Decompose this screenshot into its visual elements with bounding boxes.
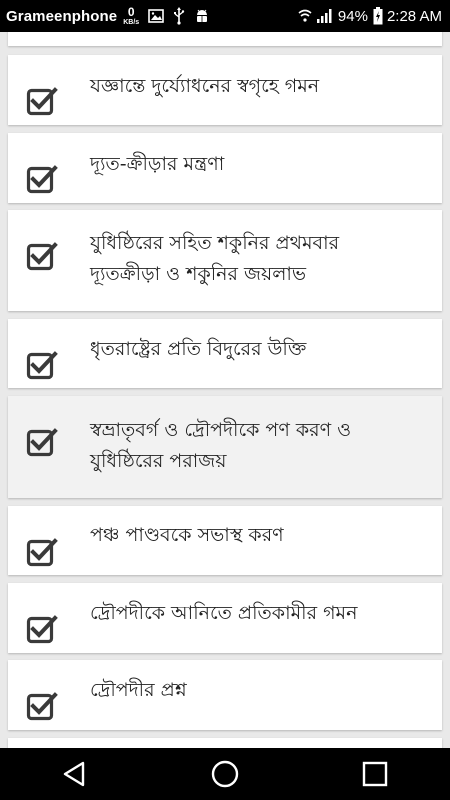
- wifi-icon: [298, 9, 312, 23]
- item-title-line: দ্রৌপদীকে আনিতে প্রতিকামীর গমন: [90, 602, 358, 624]
- item-title-line: ধৃতরাষ্ট্রের প্রতি বিদুরের উক্তি: [90, 338, 307, 360]
- item-title: দ্রৌপদীকে আনিতে প্রতিকামীর গমন: [90, 598, 430, 629]
- android-debug-icon: [194, 8, 210, 24]
- checkbox-checked-icon[interactable]: [26, 86, 58, 118]
- home-button[interactable]: [195, 748, 255, 800]
- item-title-line: স্বভ্রাতৃবর্গ ও দ্রৌপদীকে পণ করণ ও: [90, 419, 352, 441]
- list-item[interactable]: ধৃতরাষ্ট্রের প্রতি বিদুরের উক্তি: [8, 319, 442, 388]
- carrier-name: Grameenphone: [6, 7, 118, 25]
- item-title: যুধিষ্ঠিরের সহিত শকুনির প্রথমবার দ্যূতক্…: [90, 228, 430, 290]
- checkbox-checked-icon[interactable]: [26, 537, 58, 569]
- navigation-bar: [0, 748, 450, 800]
- list-item[interactable]: স্বভ্রাতৃবর্গ ও দ্রৌপদীকে পণ করণ ও যুধিষ…: [8, 396, 442, 498]
- usb-icon: [173, 7, 185, 25]
- list-item-partial-bottom[interactable]: [8, 738, 442, 748]
- recents-icon: [362, 761, 388, 787]
- back-icon: [63, 761, 85, 787]
- item-title-line: দ্যূতক্রীড়া ও শকুনির জয়লাভ: [90, 263, 307, 285]
- checkbox-checked-icon[interactable]: [26, 241, 58, 273]
- checkbox-checked-icon[interactable]: [26, 350, 58, 382]
- home-icon: [211, 760, 239, 788]
- item-title: ধৃতরাষ্ট্রের প্রতি বিদুরের উক্তি: [90, 334, 430, 365]
- item-title-line: পঞ্চ পাণ্ডবকে সভাস্থ করণ: [90, 524, 284, 546]
- battery-icon: [373, 7, 383, 25]
- item-title: পঞ্চ পাণ্ডবকে সভাস্থ করণ: [90, 520, 430, 551]
- item-title-line: যুধিষ্ঠিরের সহিত শকুনির প্রথমবার: [90, 232, 340, 254]
- recents-button[interactable]: [345, 748, 405, 800]
- signal-icon: [316, 8, 334, 24]
- status-bar: Grameenphone 0 KB/s 94% 2:28 AM: [0, 0, 450, 32]
- item-title: দ্যূত-ক্রীড়ার মন্ত্রণা: [90, 149, 430, 180]
- checkbox-checked-icon[interactable]: [26, 691, 58, 723]
- back-button[interactable]: [45, 748, 105, 800]
- list-item[interactable]: দ্রৌপদীর প্রশ্ন: [8, 660, 442, 730]
- item-title-line: যুধিষ্ঠিরের পরাজয়: [90, 450, 227, 472]
- checkbox-checked-icon[interactable]: [26, 164, 58, 196]
- list-item[interactable]: দ্রৌপদীকে আনিতে প্রতিকামীর গমন: [8, 583, 442, 653]
- list-item-partial-top[interactable]: [8, 32, 442, 46]
- list-item[interactable]: দ্যূত-ক্রীড়ার মন্ত্রণা: [8, 133, 442, 203]
- checkbox-checked-icon[interactable]: [26, 427, 58, 459]
- network-speed-value: 0: [127, 5, 135, 19]
- chapter-list[interactable]: যজ্ঞান্তে দুর্য্যোধনের স্বগৃহে গমন দ্যূত…: [0, 32, 450, 748]
- network-speed: 0 KB/s: [123, 6, 139, 26]
- item-title: স্বভ্রাতৃবর্গ ও দ্রৌপদীকে পণ করণ ও যুধিষ…: [90, 415, 430, 477]
- network-speed-unit: KB/s: [123, 19, 140, 26]
- item-title: দ্রৌপদীর প্রশ্ন: [90, 675, 430, 706]
- item-title-line: দ্রৌপদীর প্রশ্ন: [90, 679, 187, 701]
- item-title-line: যজ্ঞান্তে দুর্য্যোধনের স্বগৃহে গমন: [90, 75, 320, 97]
- list-item[interactable]: যজ্ঞান্তে দুর্য্যোধনের স্বগৃহে গমন: [8, 55, 442, 125]
- clock: 2:28 AM: [386, 7, 442, 25]
- list-item[interactable]: যুধিষ্ঠিরের সহিত শকুনির প্রথমবার দ্যূতক্…: [8, 210, 442, 311]
- image-icon: [148, 9, 164, 23]
- item-title: যজ্ঞান্তে দুর্য্যোধনের স্বগৃহে গমন: [90, 71, 430, 102]
- battery-percent: 94%: [337, 7, 368, 25]
- item-title-line: দ্যূত-ক্রীড়ার মন্ত্রণা: [90, 153, 225, 175]
- list-item[interactable]: পঞ্চ পাণ্ডবকে সভাস্থ করণ: [8, 506, 442, 575]
- checkbox-checked-icon[interactable]: [26, 614, 58, 646]
